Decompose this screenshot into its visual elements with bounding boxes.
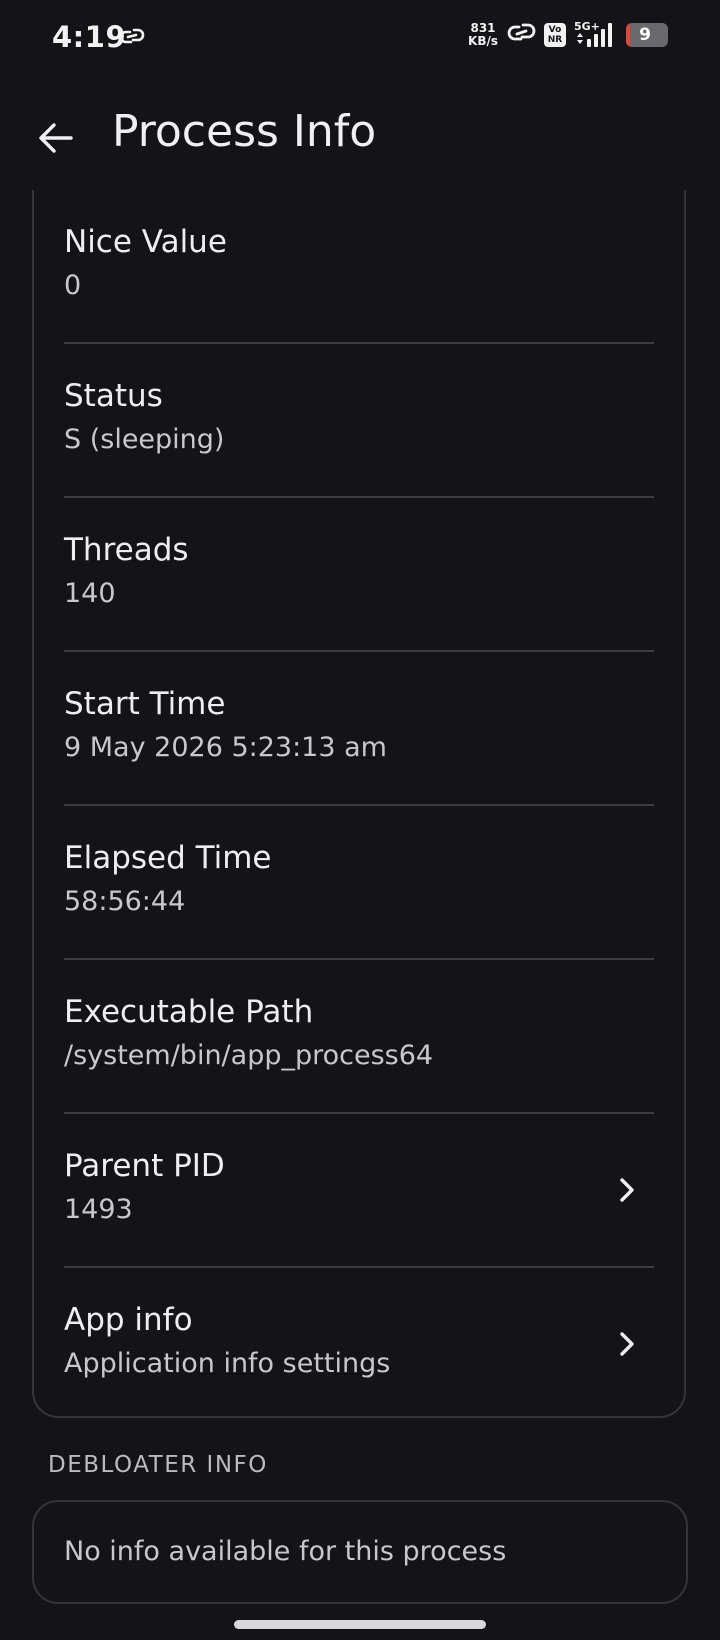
network-speed-unit: KB/s xyxy=(468,34,498,48)
detail-row-status: Status S (sleeping) xyxy=(64,344,654,498)
volte-icon: Vo NR xyxy=(544,23,566,47)
page-title: Process Info xyxy=(112,106,377,157)
detail-value: 0 xyxy=(64,270,82,301)
detail-label: Threads xyxy=(64,532,189,568)
detail-row-elapsed-time: Elapsed Time 58:56:44 xyxy=(64,806,654,960)
app-bar: Process Info xyxy=(0,88,720,180)
detail-row-app-info[interactable]: App info Application info settings xyxy=(64,1268,654,1422)
detail-label: Status xyxy=(64,378,163,414)
debloater-section-header: DEBLOATER INFO xyxy=(48,1452,268,1478)
detail-label: Parent PID xyxy=(64,1148,225,1184)
detail-value: /system/bin/app_process64 xyxy=(64,1040,434,1071)
detail-row-executable-path: Executable Path/system/bin/app_process64 xyxy=(64,960,654,1114)
detail-row-nice-value: Nice Value 0 xyxy=(64,190,654,344)
detail-label: Nice Value xyxy=(64,224,227,260)
debloater-info-card: No info available for this process xyxy=(32,1500,688,1604)
detail-label: App info xyxy=(64,1302,193,1338)
detail-value: 1493 xyxy=(64,1194,133,1225)
home-indicator[interactable] xyxy=(234,1620,486,1629)
debloater-info-message: No info available for this process xyxy=(64,1536,507,1567)
detail-value: Application info settings xyxy=(64,1348,391,1379)
detail-label: Elapsed Time xyxy=(64,840,272,876)
chevron-right-icon xyxy=(612,1324,642,1364)
detail-row-start-time: Start Time 9 May 2026 5:23:13 am xyxy=(64,652,654,806)
network-speed: 831 KB/s xyxy=(468,22,498,48)
battery-icon: 9 xyxy=(626,23,668,47)
status-time: 4:19 xyxy=(52,20,127,54)
status-bar: 4:19 831 KB/s Vo NR 5G+ 9 xyxy=(0,0,720,80)
detail-label: Start Time xyxy=(64,686,226,722)
volte-top: Vo xyxy=(548,25,562,35)
detail-row-threads: Threads 140 xyxy=(64,498,654,652)
detail-row-parent-pid[interactable]: Parent PID 1493 xyxy=(64,1114,654,1268)
detail-value: 140 xyxy=(64,578,116,609)
process-info-screen: 4:19 831 KB/s Vo NR 5G+ 9 Process Info N… xyxy=(0,0,720,1640)
battery-level-text: 9 xyxy=(639,25,651,45)
hotspot-icon xyxy=(506,22,536,48)
detail-value: S (sleeping) xyxy=(64,424,225,455)
detail-value: 58:56:44 xyxy=(64,886,186,917)
signal-icon: 5G+ xyxy=(574,20,618,48)
process-details-card: Nice Value 0 Status S (sleeping) Threads 140 S… xyxy=(32,190,686,1418)
detail-label: Executable Path xyxy=(64,994,314,1030)
link-icon xyxy=(118,26,146,50)
detail-value: 9 May 2026 5:23:13 am xyxy=(64,732,387,763)
back-button[interactable] xyxy=(30,112,82,164)
arrow-back-icon xyxy=(39,123,73,153)
volte-bottom: NR xyxy=(547,35,563,45)
status-right-icons: 831 KB/s Vo NR 5G+ 9 xyxy=(468,20,668,48)
chevron-right-icon xyxy=(612,1170,642,1210)
